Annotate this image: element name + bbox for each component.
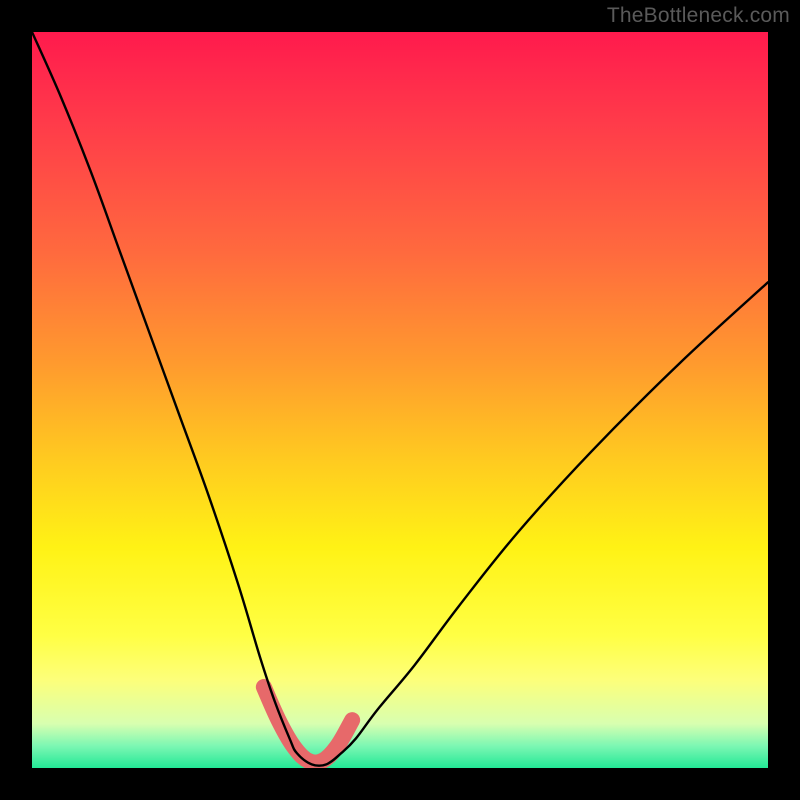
watermark-text: TheBottleneck.com [607, 4, 790, 28]
bottleneck-curve [32, 32, 768, 766]
plot-area [32, 32, 768, 768]
curve-svg [32, 32, 768, 768]
chart-frame: TheBottleneck.com [0, 0, 800, 800]
trough-highlight [264, 687, 352, 763]
